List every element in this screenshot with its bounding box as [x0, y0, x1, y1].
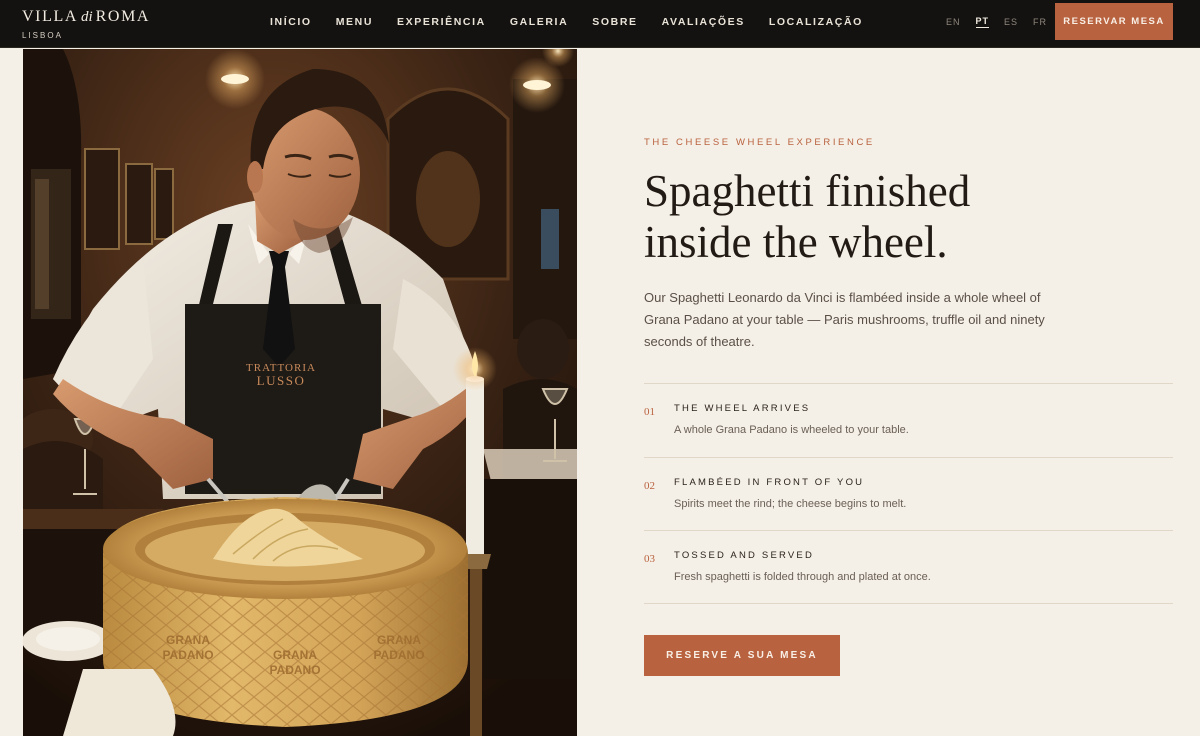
step-description: A whole Grana Padano is wheeled to your … — [674, 424, 909, 436]
cheese-text-2: PADANO — [162, 648, 213, 662]
nav-link-sobre[interactable]: SOBRE — [592, 16, 637, 28]
nav-link-experiencia[interactable]: EXPERIÊNCIA — [397, 16, 486, 28]
waiter-cheese-wheel-image: TRATTORIA LUSSO GRANA PADANO GRANA PADAN… — [23, 49, 577, 736]
step-title: TOSSED AND SERVED — [674, 550, 814, 561]
headline-line-1: Spaghetti finished — [644, 166, 971, 216]
nav-link-galeria[interactable]: GALERIA — [510, 16, 568, 28]
nav-link-menu[interactable]: MENU — [336, 16, 373, 28]
hero-photo: TRATTORIA LUSSO GRANA PADANO GRANA PADAN… — [23, 49, 577, 736]
experience-steps: 01 THE WHEEL ARRIVES A whole Grana Padan… — [644, 383, 1173, 604]
hero-headline: Spaghetti finished inside the wheel. — [644, 166, 1164, 268]
nav-link-localizacao[interactable]: LOCALIZAÇÃO — [769, 16, 863, 28]
step-title: FLAMBÉED IN FRONT OF YOU — [674, 476, 865, 488]
apron-text-line2: LUSSO — [257, 373, 306, 388]
step-description: Spirits meet the rind; the cheese begins… — [674, 497, 907, 510]
cheese-text-3: GRANA — [273, 648, 317, 662]
top-nav: VILLA di ROMA LISBOA INÍCIO MENU EXPERIÊNC… — [0, 0, 1200, 48]
lang-pt[interactable]: PT — [975, 16, 990, 28]
cheese-text-1: GRANA — [166, 633, 210, 647]
headline-line-2: inside the wheel. — [644, 217, 948, 267]
step-description: Fresh spaghetti is folded through and pl… — [674, 571, 931, 583]
cheese-text-4: PADANO — [269, 663, 320, 677]
lang-es[interactable]: ES — [1004, 17, 1018, 27]
lang-en[interactable]: EN — [946, 17, 961, 27]
brand-name: VILLA di ROMA — [22, 8, 151, 25]
cheese-text-5: GRANA — [377, 633, 421, 647]
language-switcher: EN PT ES FR — [946, 0, 1047, 44]
brand-city: LISBOA — [22, 31, 63, 40]
step-item: 03 TOSSED AND SERVED Fresh spaghetti is … — [644, 530, 1173, 604]
hero-intro: Our Spaghetti Leonardo da Vinci is flamb… — [644, 290, 1045, 349]
nav-link-inicio[interactable]: INÍCIO — [270, 16, 312, 28]
step-number: 03 — [644, 553, 655, 565]
brand-logo[interactable]: VILLA di ROMA LISBOA — [22, 7, 150, 41]
lang-fr[interactable]: FR — [1033, 17, 1047, 27]
main-menu: INÍCIO MENU EXPERIÊNCIA GALERIA SOBRE AV… — [270, 0, 863, 44]
nav-link-avaliacoes[interactable]: AVALIAÇÕES — [662, 16, 745, 28]
reserve-table-button[interactable]: RESERVAR MESA — [1055, 3, 1173, 40]
section-eyebrow: THE CHEESE WHEEL EXPERIENCE — [644, 137, 875, 148]
step-number: 01 — [644, 406, 655, 418]
step-item: 02 FLAMBÉED IN FRONT OF YOU Spirits meet… — [644, 456, 1173, 531]
cheese-text-6: PADANO — [373, 648, 424, 662]
step-number: 02 — [644, 479, 655, 492]
step-title: THE WHEEL ARRIVES — [674, 403, 811, 414]
reserve-your-table-button[interactable]: RESERVE A SUA MESA — [644, 635, 840, 676]
step-item: 01 THE WHEEL ARRIVES A whole Grana Padan… — [644, 383, 1173, 457]
